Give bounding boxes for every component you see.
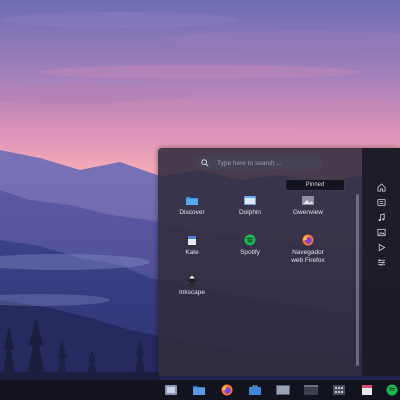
taskbar: [0, 380, 400, 400]
launcher-main-panel: Pinned Discover Dolphin Gwenview: [158, 148, 362, 376]
gwenview-icon: [301, 194, 315, 206]
app-dolphin[interactable]: Dolphin: [222, 194, 278, 217]
spotify-icon: [243, 234, 257, 246]
inkscape-icon: [185, 274, 199, 286]
app-discover[interactable]: Discover: [164, 194, 220, 217]
window-icon[interactable]: [303, 383, 319, 397]
app-label: Spotify: [240, 249, 260, 256]
scrollbar[interactable]: [356, 194, 359, 366]
dolphin-icon: [243, 194, 257, 206]
pictures-icon[interactable]: [374, 227, 388, 238]
app-gwenview[interactable]: Gwenview: [280, 194, 336, 217]
app-inkscape[interactable]: Inkscape: [164, 274, 220, 297]
category-sidebar: [362, 148, 400, 376]
search-icon: [201, 157, 213, 169]
firefox-icon: [301, 234, 315, 246]
discover-icon: [185, 194, 199, 206]
app-label: Navegador web Firefox: [291, 249, 325, 264]
app-label: Inkscape: [178, 289, 206, 296]
terminal-icon[interactable]: [275, 383, 291, 397]
search-field[interactable]: [196, 156, 322, 170]
settings-icon[interactable]: [374, 257, 388, 268]
file-manager-icon[interactable]: [191, 383, 207, 397]
app-label: Gwenview: [293, 209, 323, 216]
store-icon[interactable]: [247, 383, 263, 397]
videos-icon[interactable]: [374, 242, 388, 253]
tab-pinned[interactable]: Pinned: [285, 179, 345, 191]
home-icon[interactable]: [374, 182, 388, 193]
app-label: Kate: [185, 249, 199, 256]
grid-icon[interactable]: [331, 383, 347, 397]
app-launcher-icon[interactable]: [163, 383, 179, 397]
search-input[interactable]: [213, 157, 317, 169]
spotify-icon[interactable]: [384, 383, 400, 397]
app-label: Discover: [179, 209, 205, 216]
application-launcher: Pinned Discover Dolphin Gwenview: [158, 148, 400, 376]
app-kate[interactable]: Kate: [164, 234, 220, 257]
app-spotify[interactable]: Spotify: [222, 234, 278, 257]
kate-icon: [185, 234, 199, 246]
documents-icon[interactable]: [374, 197, 388, 208]
app-label: Dolphin: [238, 209, 262, 216]
app-firefox[interactable]: Navegador web Firefox: [280, 234, 336, 265]
firefox-icon[interactable]: [219, 383, 235, 397]
calendar-icon[interactable]: [359, 383, 375, 397]
music-icon[interactable]: [374, 212, 388, 223]
